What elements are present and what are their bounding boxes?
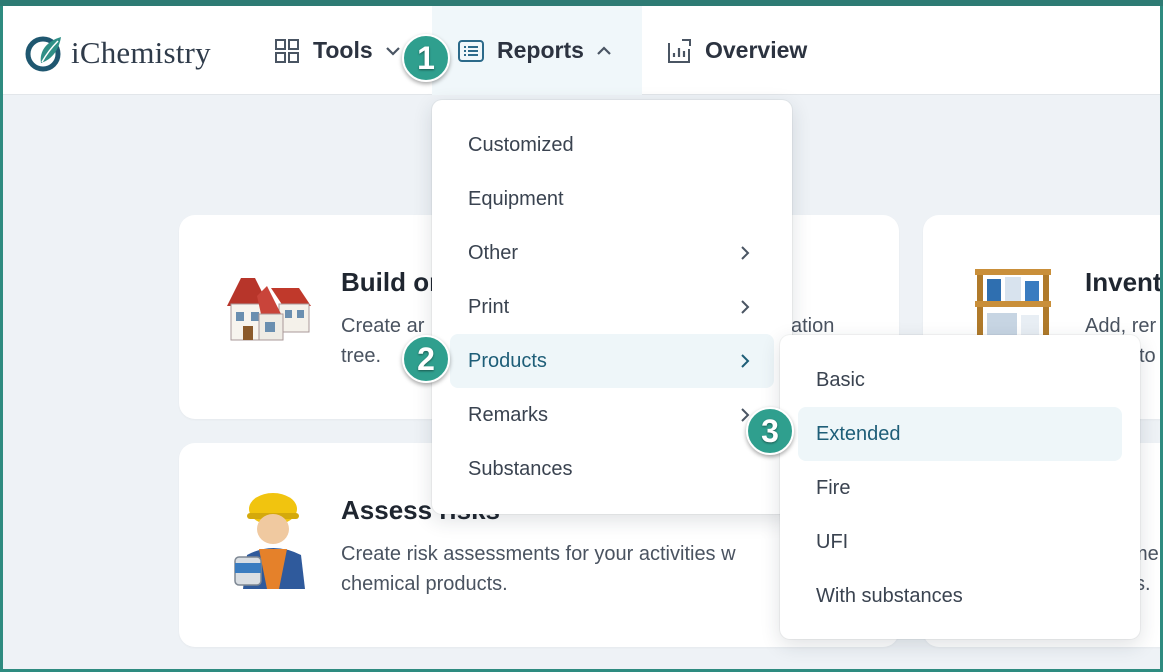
step-badge-3: 3 [746, 407, 794, 455]
menu-item-label: Substances [468, 457, 573, 480]
reports-dropdown-menu: Customized Equipment Other Print Product… [432, 100, 792, 514]
menu-item-equipment[interactable]: Equipment [440, 172, 774, 226]
card-description-line2: chemical products. [341, 573, 508, 595]
chevron-right-icon [741, 354, 750, 368]
menu-item-label: Customized [468, 133, 574, 156]
nav-reports-label: Reports [497, 37, 584, 63]
card-title: Build or [341, 267, 440, 297]
submenu-item-label: Basic [816, 368, 865, 391]
submenu-item-with-substances[interactable]: With substances [788, 569, 1122, 623]
menu-item-label: Remarks [468, 403, 549, 426]
card-description-line1: Create ar [341, 315, 425, 337]
nav-reports[interactable]: Reports [432, 6, 642, 95]
card-description-line1: Create risk assessments for your activit… [341, 543, 736, 565]
nav-overview-label: Overview [705, 37, 808, 63]
menu-item-other[interactable]: Other [440, 226, 774, 280]
submenu-item-label: Fire [816, 476, 851, 499]
app-frame: iChemistry Tools Reports Overview Build … [3, 6, 1160, 669]
report-list-icon [457, 37, 485, 65]
submenu-item-label: Extended [816, 422, 901, 445]
submenu-item-label: UFI [816, 530, 849, 553]
card-description-line2: to [1139, 345, 1156, 367]
chevron-down-icon [385, 43, 401, 59]
submenu-item-label: With substances [816, 584, 963, 607]
leaf-logo-icon [25, 36, 61, 72]
bar-chart-icon [665, 37, 693, 65]
chevron-right-icon [741, 300, 750, 314]
houses-icon [227, 278, 311, 341]
grid-icon [273, 37, 301, 65]
chevron-up-icon [596, 43, 612, 59]
menu-item-customized[interactable]: Customized [440, 118, 774, 172]
menu-item-label: Equipment [468, 187, 564, 210]
brand-name: iChemistry [71, 35, 211, 70]
chevron-right-icon [741, 246, 750, 260]
menu-item-products[interactable]: Products [450, 334, 774, 388]
menu-item-remarks[interactable]: Remarks [440, 388, 774, 442]
worker-icon [234, 493, 305, 589]
submenu-item-basic[interactable]: Basic [788, 353, 1122, 407]
menu-item-substances[interactable]: Substances [440, 442, 774, 496]
nav-overview[interactable]: Overview [665, 6, 807, 95]
nav-tools-label: Tools [313, 37, 373, 63]
step-badge-2: 2 [402, 335, 450, 383]
menu-item-print[interactable]: Print [440, 280, 774, 334]
menu-item-label: Products [468, 349, 547, 372]
submenu-item-ufi[interactable]: UFI [788, 515, 1122, 569]
products-submenu: Basic Extended Fire UFI With substances [780, 335, 1140, 639]
top-navigation-bar: iChemistry Tools Reports Overview [3, 6, 1160, 95]
step-badge-1: 1 [402, 34, 450, 82]
nav-tools[interactable]: Tools [273, 6, 401, 95]
card-description-line2: tree. [341, 345, 382, 367]
menu-item-label: Other [468, 241, 519, 264]
brand-logo[interactable]: iChemistry [25, 33, 211, 73]
card-title: Invent [1085, 267, 1160, 297]
menu-item-label: Print [468, 295, 510, 318]
submenu-item-fire[interactable]: Fire [788, 461, 1122, 515]
submenu-item-extended[interactable]: Extended [798, 407, 1122, 461]
